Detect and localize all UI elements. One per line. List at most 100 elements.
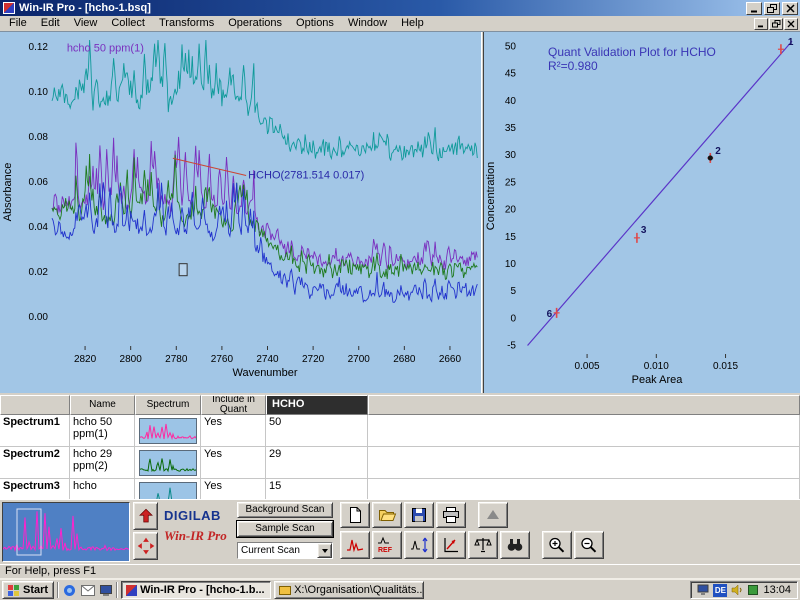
quant-validation-plot[interactable]: Quant Validation Plot for HCHOR²=0.9800.… (484, 32, 800, 394)
svg-text:15: 15 (505, 232, 517, 243)
cell-include-0[interactable]: Yes (201, 415, 266, 447)
start-button[interactable]: Start (2, 581, 54, 599)
cell-hcho-0[interactable]: 50 (266, 415, 368, 447)
taskbar: Start Win-IR Pro - [hcho-1.b... X:\Organ… (0, 578, 800, 600)
cell-name-2[interactable]: hcho (70, 479, 135, 499)
peak-pick-icon (441, 536, 461, 554)
move-all-button[interactable] (133, 532, 158, 560)
task-label: X:\Organisation\Qualitäts... (294, 584, 424, 596)
taskbar-task-explorer[interactable]: X:\Organisation\Qualitäts... (274, 581, 424, 599)
quicklaunch-desktop-icon[interactable] (98, 583, 113, 598)
red-up-arrow-icon (137, 506, 155, 526)
svg-text:Quant Validation Plot for HCHO: Quant Validation Plot for HCHO (548, 45, 716, 59)
volume-icon[interactable] (731, 584, 743, 596)
taskbar-divider (57, 582, 59, 598)
child-restore-button[interactable] (769, 18, 783, 30)
menu-collect[interactable]: Collect (104, 16, 152, 31)
column-header-hcho[interactable]: HCHO (266, 395, 368, 415)
background-scan-button[interactable]: Background Scan (237, 502, 333, 518)
table-corner-header (0, 395, 70, 415)
new-document-button[interactable] (340, 502, 370, 528)
close-icon (786, 4, 795, 13)
open-folder-icon (377, 506, 397, 524)
quicklaunch-mail-icon[interactable] (80, 583, 95, 598)
spectrum-display-button[interactable] (340, 531, 370, 559)
window-title: Win-IR Pro - [hcho-1.bsq] (19, 2, 742, 14)
cell-include-1[interactable]: Yes (201, 447, 266, 479)
menu-help[interactable]: Help (394, 16, 431, 31)
spectrum-plot-panel: 2820280027802760274027202700268026600.12… (0, 32, 481, 393)
restore-button[interactable] (764, 2, 780, 15)
spectrum-preview[interactable] (2, 502, 130, 562)
svg-text:REF: REF (378, 547, 393, 554)
quicklaunch-browser-icon[interactable] (62, 583, 77, 598)
product-name: Win-IR Pro (164, 528, 236, 544)
statusbar: For Help, press F1 (0, 564, 800, 578)
quant-balance-button[interactable] (468, 531, 498, 559)
row-header-spectrum1[interactable]: Spectrum1 (0, 415, 70, 447)
restore-icon (772, 20, 781, 28)
spectrum-scale-button[interactable] (404, 531, 434, 559)
zoom-out-button[interactable] (574, 531, 604, 559)
open-file-button[interactable] (372, 502, 402, 528)
taskbar-task-winir[interactable]: Win-IR Pro - [hcho-1.b... (121, 581, 271, 599)
cell-empty-0 (368, 415, 800, 447)
move-up-button[interactable] (133, 502, 158, 530)
balance-scale-icon (473, 536, 493, 554)
system-tray: DE 13:04 (690, 581, 798, 599)
column-header-name[interactable]: Name (70, 395, 135, 415)
row-header-spectrum2[interactable]: Spectrum2 (0, 447, 70, 479)
clock[interactable]: 13:04 (763, 584, 791, 596)
peak-pick-button[interactable] (436, 531, 466, 559)
save-button[interactable] (404, 502, 434, 528)
chevron-down-icon (322, 549, 328, 556)
menu-file[interactable]: File (2, 16, 34, 31)
tray-monitor-icon[interactable] (697, 584, 709, 596)
quant-plot-panel: Quant Validation Plot for HCHOR²=0.9800.… (484, 32, 800, 393)
dropdown-button[interactable] (317, 543, 332, 558)
sample-scan-button[interactable]: Sample Scan (237, 521, 333, 537)
menu-view[interactable]: View (67, 16, 105, 31)
start-label: Start (23, 584, 48, 596)
application-window: Win-IR Pro - [hcho-1.bsq] File Edit View… (0, 0, 800, 600)
tray-status-icon[interactable] (747, 584, 759, 596)
svg-text:0.010: 0.010 (644, 361, 669, 372)
cell-include-2[interactable]: Yes (201, 479, 266, 499)
menu-edit[interactable]: Edit (34, 16, 67, 31)
cell-hcho-2[interactable]: 15 (266, 479, 368, 499)
cell-hcho-1[interactable]: 29 (266, 447, 368, 479)
menu-window[interactable]: Window (341, 16, 394, 31)
close-icon (787, 20, 795, 28)
minimize-button[interactable] (746, 2, 762, 15)
menu-transforms[interactable]: Transforms (152, 16, 221, 31)
column-header-spectrum[interactable]: Spectrum (135, 395, 201, 415)
zoom-in-button[interactable] (542, 531, 572, 559)
column-header-include[interactable]: Include in Quant (201, 395, 266, 415)
svg-text:0.015: 0.015 (713, 361, 738, 372)
cell-name-1[interactable]: hcho 29 ppm(2) (70, 447, 135, 479)
scan-select[interactable]: Current Scan (237, 542, 333, 559)
expand-button[interactable] (478, 502, 508, 528)
cell-name-0[interactable]: hcho 50 ppm(1) (70, 415, 135, 447)
cell-spectrum-thumb-0[interactable] (135, 415, 201, 447)
scan-select-value: Current Scan (238, 543, 317, 558)
close-button[interactable] (782, 2, 798, 15)
brand-name: DIGILAB (164, 508, 236, 523)
spectrum-plot[interactable]: 2820280027802760274027202700268026600.12… (0, 32, 481, 394)
menu-options[interactable]: Options (289, 16, 341, 31)
cell-spectrum-thumb-2[interactable] (135, 479, 201, 499)
svg-text:0.08: 0.08 (29, 132, 49, 143)
svg-text:40: 40 (505, 96, 517, 107)
cell-empty-1 (368, 447, 800, 479)
menu-operations[interactable]: Operations (221, 16, 289, 31)
child-minimize-button[interactable] (754, 18, 768, 30)
cell-spectrum-thumb-1[interactable] (135, 447, 201, 479)
task-label: Win-IR Pro - [hcho-1.b... (140, 584, 265, 596)
reference-spectrum-button[interactable]: REF (372, 531, 402, 559)
row-header-spectrum3[interactable]: Spectrum3 (0, 479, 70, 499)
print-button[interactable] (436, 502, 466, 528)
child-close-button[interactable] (784, 18, 798, 30)
svg-text:-5: -5 (507, 340, 516, 351)
search-button[interactable] (500, 531, 530, 559)
keyboard-language-indicator[interactable]: DE (713, 584, 727, 597)
